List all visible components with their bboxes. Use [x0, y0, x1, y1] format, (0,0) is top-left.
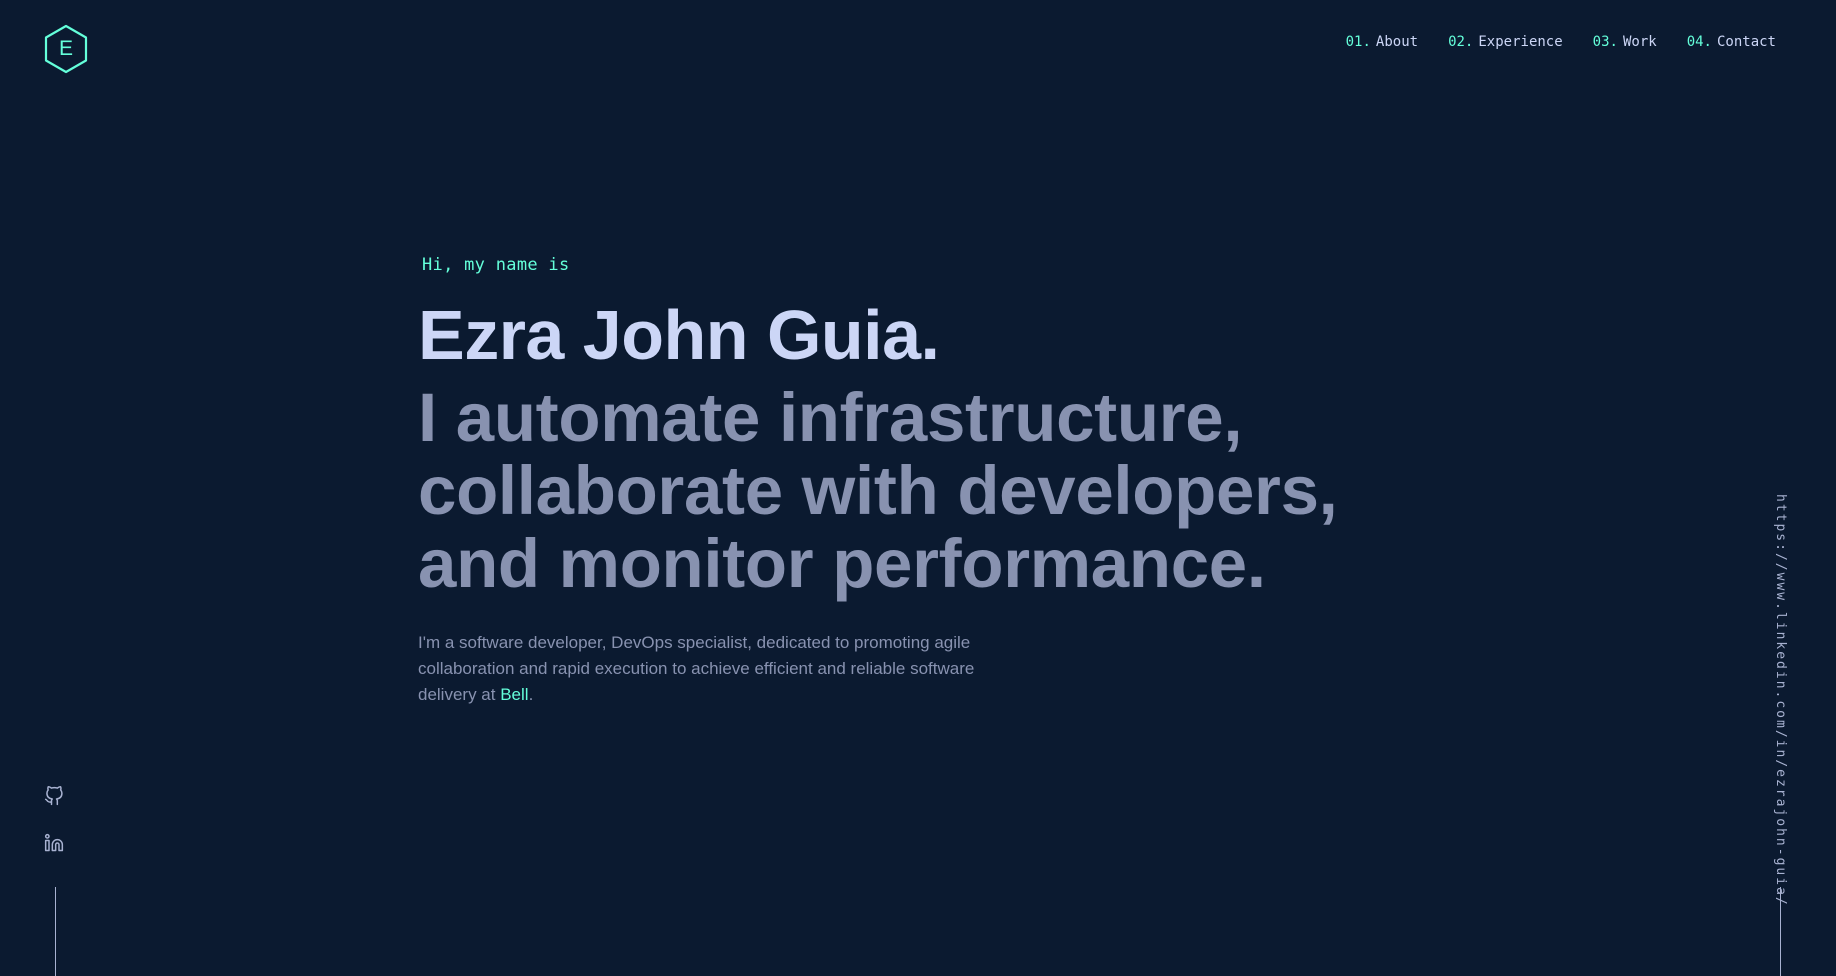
logo-letter: E	[58, 37, 73, 60]
tagline-line: and monitor performance.	[418, 525, 1266, 602]
nav-number: 01.	[1345, 34, 1371, 50]
bio-suffix: .	[528, 685, 534, 704]
github-link[interactable]	[42, 784, 66, 808]
tagline-line: I automate infrastructure,	[418, 379, 1243, 456]
nav-number: 02.	[1448, 34, 1474, 50]
linkedin-icon	[44, 833, 64, 852]
nav-item-contact[interactable]: 04. Contact	[1687, 34, 1776, 50]
nav-label: Contact	[1716, 34, 1776, 50]
nav-item-work[interactable]: 03. Work	[1593, 34, 1657, 50]
hero-greeting: Hi, my name is	[422, 255, 570, 275]
bell-link[interactable]: Bell	[500, 685, 528, 704]
github-icon	[44, 786, 63, 806]
tagline-line: collaborate with developers,	[418, 452, 1338, 529]
left-divider-line	[55, 887, 56, 976]
hero-bio: I'm a software developer, DevOps special…	[418, 630, 978, 708]
nav-number: 03.	[1592, 34, 1618, 50]
hero-name: Ezra John Guia.	[418, 296, 940, 374]
nav-item-experience[interactable]: 02. Experience	[1448, 34, 1563, 50]
logo-button[interactable]: E	[43, 24, 89, 74]
top-nav: 01. About 02. Experience 03. Work 04. Contac…	[1346, 34, 1776, 50]
linkedin-link[interactable]	[42, 831, 66, 855]
hero-section: Hi, my name is Ezra John Guia. I automat…	[418, 255, 1378, 725]
nav-label: Experience	[1478, 34, 1563, 50]
right-divider-line	[1780, 887, 1781, 976]
nav-label: About	[1375, 34, 1419, 50]
side-linkedin-url[interactable]: https://www.linkedin.com/in/ezrajohn-gui…	[1768, 494, 1788, 907]
hero-tagline: I automate infrastructure, collaborate w…	[418, 381, 1378, 600]
nav-number: 04.	[1686, 34, 1712, 50]
nav-label: Work	[1622, 34, 1657, 50]
nav-item-about[interactable]: 01. About	[1346, 34, 1418, 50]
